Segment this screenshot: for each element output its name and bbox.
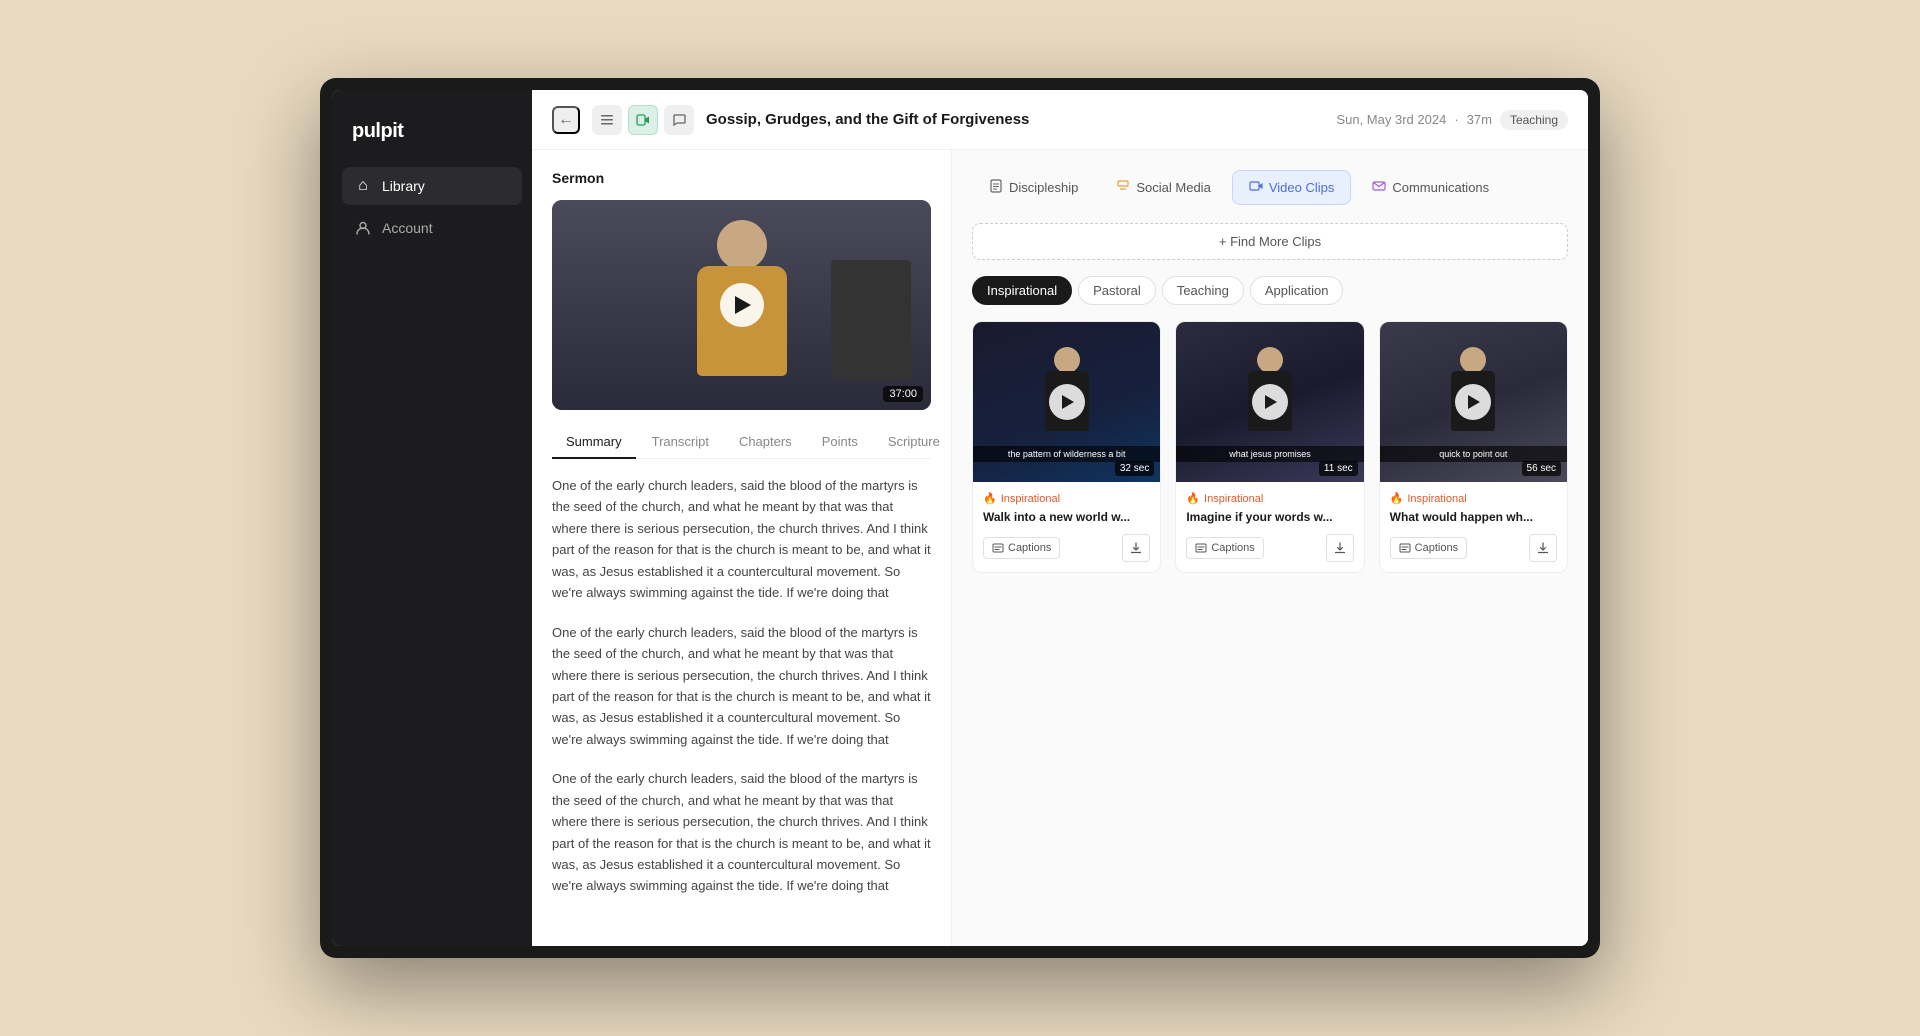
clip-2-tag: 🔥 Inspirational [1186, 492, 1353, 505]
clip-1-title: Walk into a new world w... [983, 509, 1150, 526]
teaching-badge: Teaching [1500, 110, 1568, 130]
clip-1-actions: Captions [983, 534, 1150, 562]
summary-paragraph-1: One of the early church leaders, said th… [552, 475, 931, 604]
video-play-button[interactable] [720, 283, 764, 327]
clip-thumbnail-1: the pattern of wilderness a bit 32 sec [973, 322, 1160, 482]
clip-1-tag: 🔥 Inspirational [983, 492, 1150, 505]
clip-2-captions-button[interactable]: Captions [1186, 537, 1263, 559]
social-media-label: Social Media [1136, 180, 1210, 195]
find-more-clips-button[interactable]: + Find More Clips [972, 223, 1568, 260]
clip-3-subtitle: quick to point out [1380, 446, 1567, 462]
top-bar: ← [532, 90, 1588, 150]
library-icon: ⌂ [354, 177, 372, 195]
clip-3-download-button[interactable] [1529, 534, 1557, 562]
sermon-video-thumbnail[interactable]: 37:00 [552, 200, 931, 410]
clip-1-captions-button[interactable]: Captions [983, 537, 1060, 559]
clip-2-play-button[interactable] [1252, 384, 1288, 420]
clip-thumbnail-3: quick to point out 56 sec [1380, 322, 1567, 482]
discipleship-icon [989, 179, 1003, 196]
video-duration: 37:00 [883, 386, 923, 402]
clip-3-title: What would happen wh... [1390, 509, 1557, 526]
summary-paragraph-2: One of the early church leaders, said th… [552, 622, 931, 751]
clip-card-1[interactable]: the pattern of wilderness a bit 32 sec 🔥… [972, 321, 1161, 573]
tab-social-media[interactable]: Social Media [1099, 170, 1227, 205]
clip-card-3[interactable]: quick to point out 56 sec 🔥 Inspirationa… [1379, 321, 1568, 573]
communications-icon [1372, 179, 1386, 196]
tab-summary[interactable]: Summary [552, 426, 636, 459]
meta-date: Sun, May 3rd 2024 [1336, 112, 1446, 127]
clip-1-info: 🔥 Inspirational Walk into a new world w.… [973, 482, 1160, 572]
filter-application[interactable]: Application [1250, 276, 1344, 305]
clip-3-info: 🔥 Inspirational What would happen wh... … [1380, 482, 1567, 572]
clip-3-tag: 🔥 Inspirational [1390, 492, 1557, 505]
clip-1-play-button[interactable] [1049, 384, 1085, 420]
summary-paragraph-3: One of the early church leaders, said th… [552, 768, 931, 897]
top-bar-meta: Sun, May 3rd 2024 · 37m Teaching [1336, 110, 1568, 130]
tab-scripture[interactable]: Scripture [874, 426, 952, 459]
app-container: pulpit ⌂ Library Account [332, 90, 1588, 946]
video-view-button[interactable] [628, 105, 658, 135]
main-content: ← [532, 90, 1588, 946]
account-icon [354, 219, 372, 237]
clip-2-subtitle: what jesus promises [1176, 446, 1363, 462]
clip-3-duration: 56 sec [1522, 461, 1561, 476]
clips-grid: the pattern of wilderness a bit 32 sec 🔥… [972, 321, 1568, 573]
clip-1-download-button[interactable] [1122, 534, 1150, 562]
content-tabs: Discipleship Social Media [972, 170, 1568, 205]
tab-chapters[interactable]: Chapters [725, 426, 806, 459]
sermon-tabs: Summary Transcript Chapters Points Scrip… [552, 426, 931, 459]
app-logo: pulpit [332, 110, 532, 167]
clip-3-captions-button[interactable]: Captions [1390, 537, 1467, 559]
video-clips-label: Video Clips [1269, 180, 1335, 195]
content-area: Sermon [532, 150, 1588, 946]
sidebar: pulpit ⌂ Library Account [332, 90, 532, 946]
communications-label: Communications [1392, 180, 1489, 195]
sermon-section-title: Sermon [552, 170, 931, 186]
sidebar-item-account[interactable]: Account [342, 209, 522, 247]
sidebar-item-library[interactable]: ⌂ Library [342, 167, 522, 205]
clip-1-duration: 32 sec [1115, 461, 1154, 476]
tab-video-clips[interactable]: Video Clips [1232, 170, 1352, 205]
clip-3-actions: Captions [1390, 534, 1557, 562]
tab-points[interactable]: Points [808, 426, 872, 459]
meta-duration: 37m [1467, 112, 1492, 127]
flame-icon-1: 🔥 [983, 492, 997, 505]
list-view-button[interactable] [592, 105, 622, 135]
flame-icon-3: 🔥 [1390, 492, 1404, 505]
chat-button[interactable] [664, 105, 694, 135]
tab-discipleship[interactable]: Discipleship [972, 170, 1095, 205]
sidebar-nav: ⌂ Library Account [332, 167, 532, 247]
top-bar-icons [592, 105, 694, 135]
clip-1-subtitle: the pattern of wilderness a bit [973, 446, 1160, 462]
clip-2-title: Imagine if your words w... [1186, 509, 1353, 526]
sermon-title: Gossip, Grudges, and the Gift of Forgive… [706, 111, 1324, 128]
clip-2-actions: Captions [1186, 534, 1353, 562]
filter-inspirational[interactable]: Inspirational [972, 276, 1072, 305]
filter-tabs: Inspirational Pastoral Teaching Applicat… [972, 276, 1568, 305]
clip-2-duration: 11 sec [1319, 461, 1358, 476]
clip-2-download-button[interactable] [1326, 534, 1354, 562]
clip-3-play-button[interactable] [1455, 384, 1491, 420]
device-frame: pulpit ⌂ Library Account [320, 78, 1600, 958]
sidebar-item-account-label: Account [382, 220, 433, 236]
left-panel: Sermon [532, 150, 952, 946]
filter-teaching[interactable]: Teaching [1162, 276, 1244, 305]
clip-card-2[interactable]: what jesus promises 11 sec 🔥 Inspiration… [1175, 321, 1364, 573]
tab-communications[interactable]: Communications [1355, 170, 1506, 205]
social-media-icon [1116, 179, 1130, 196]
clip-thumbnail-2: what jesus promises 11 sec [1176, 322, 1363, 482]
filter-pastoral[interactable]: Pastoral [1078, 276, 1156, 305]
tab-transcript[interactable]: Transcript [638, 426, 723, 459]
meta-separator: · [1454, 112, 1458, 127]
video-clips-icon [1249, 179, 1263, 196]
clip-2-info: 🔥 Inspirational Imagine if your words w.… [1176, 482, 1363, 572]
discipleship-label: Discipleship [1009, 180, 1078, 195]
flame-icon-2: 🔥 [1186, 492, 1200, 505]
back-button[interactable]: ← [552, 106, 580, 134]
right-panel: Discipleship Social Media [952, 150, 1588, 946]
sidebar-item-library-label: Library [382, 178, 425, 194]
